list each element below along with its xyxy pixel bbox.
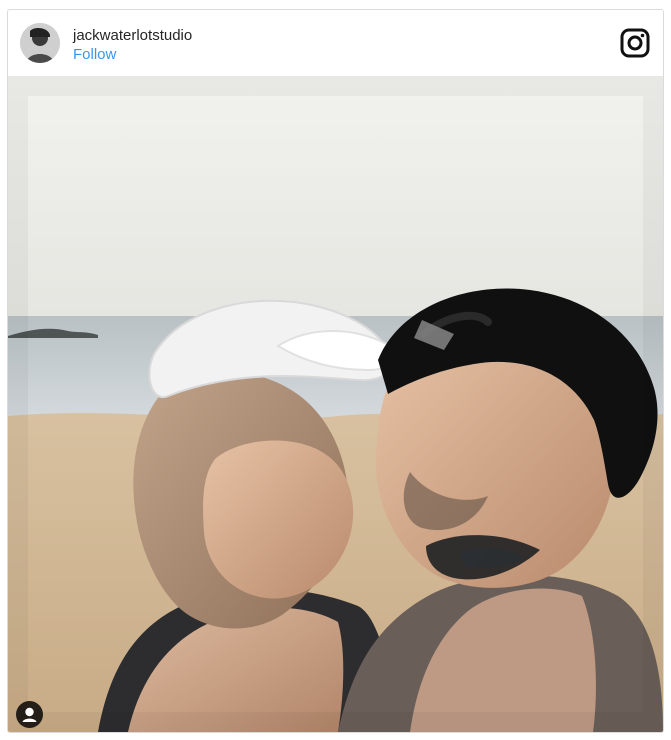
avatar[interactable] (20, 23, 60, 63)
follow-link[interactable]: Follow (73, 46, 116, 64)
instagram-embed: jackwaterlotstudio Follow (7, 9, 664, 733)
post-header: jackwaterlotstudio Follow (8, 10, 663, 75)
username[interactable]: jackwaterlotstudio (73, 27, 192, 45)
user-tag-icon[interactable] (16, 701, 43, 728)
couple-beach-photo (8, 76, 663, 732)
avatar-image (20, 23, 60, 63)
instagram-icon[interactable] (620, 28, 650, 58)
post-photo[interactable] (8, 76, 663, 732)
